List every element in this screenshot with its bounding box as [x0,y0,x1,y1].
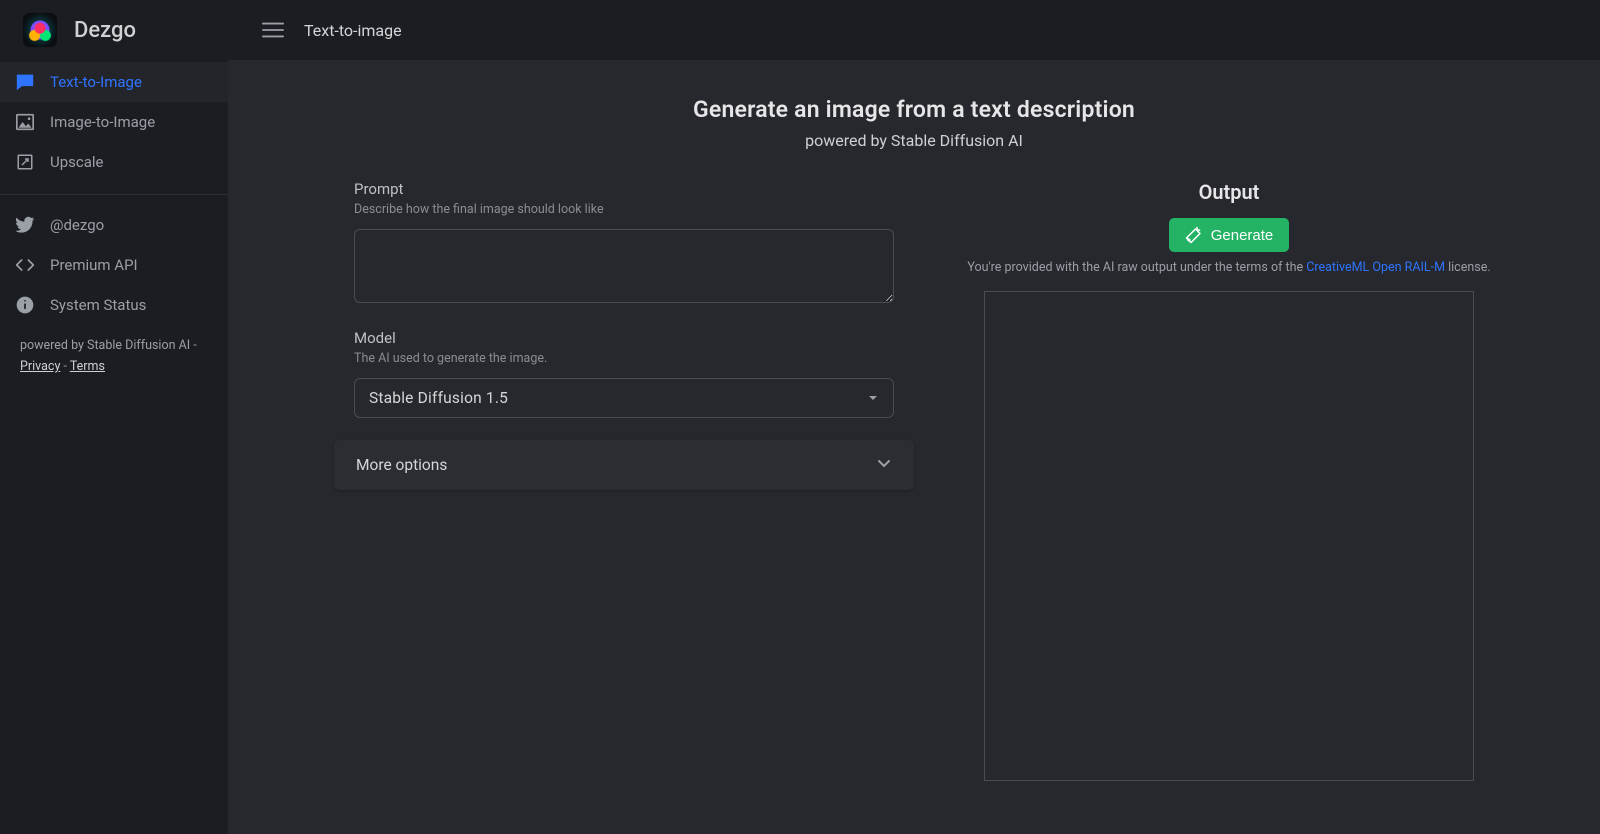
page-title: Text-to-image [304,21,402,40]
magic-wand-icon [1185,226,1203,244]
license-text: You're provided with the AI raw output u… [964,260,1494,275]
sidebar-item-label: System Status [50,296,146,314]
generate-label: Generate [1211,227,1274,244]
sidebar-link-premium-api[interactable]: Premium API [0,245,228,285]
app-logo [22,12,58,48]
expand-icon [14,153,36,171]
sidebar-divider [0,194,228,195]
prompt-label: Prompt [354,180,894,198]
prompt-field: Prompt Describe how the final image shou… [334,180,914,307]
model-select[interactable]: Stable Diffusion 1.5 [354,378,894,418]
caret-down-icon [867,392,879,404]
sidebar-item-label: @dezgo [50,216,104,234]
terms-link[interactable]: Terms [70,359,105,374]
hero-title: Generate an image from a text descriptio… [228,96,1600,123]
sidebar-item-label: Text-to-Image [50,73,142,91]
powered-text: powered by Stable Diffusion AI [20,338,190,353]
image-icon [14,113,36,131]
sidebar-item-label: Image-to-Image [50,113,155,131]
main-content: Generate an image from a text descriptio… [228,60,1600,834]
generate-button[interactable]: Generate [1169,218,1290,252]
sidebar-link-twitter[interactable]: @dezgo [0,205,228,245]
sidebar-link-system-status[interactable]: System Status [0,285,228,325]
hamburger-icon [262,22,284,38]
model-field: Model The AI used to generate the image.… [334,329,914,418]
output-canvas [984,291,1474,781]
model-label: Model [354,329,894,347]
license-link[interactable]: CreativeML Open RAIL-M [1306,260,1445,275]
privacy-link[interactable]: Privacy [20,359,60,374]
menu-toggle-button[interactable] [256,16,290,44]
brand-name: Dezgo [74,18,136,43]
sidebar-item-label: Premium API [50,256,138,274]
output-column: Output Generate You're provided with the… [964,180,1494,781]
hero-subtitle: powered by Stable Diffusion AI [228,131,1600,150]
sidebar-item-label: Upscale [50,153,104,171]
sidebar-item-text-to-image[interactable]: Text-to-Image [0,62,228,102]
more-options-toggle[interactable]: More options [334,440,914,490]
chevron-down-icon [876,455,892,475]
sidebar-item-upscale[interactable]: Upscale [0,142,228,182]
prompt-input[interactable] [354,229,894,303]
twitter-icon [14,216,36,234]
top-bar: Dezgo Text-to-image [0,0,1600,60]
sidebar: Text-to-Image Image-to-Image Upscale @ [0,60,228,834]
model-selected: Stable Diffusion 1.5 [369,389,508,407]
info-icon [14,295,36,315]
model-help: The AI used to generate the image. [354,351,894,366]
message-icon [14,73,36,91]
hero: Generate an image from a text descriptio… [228,96,1600,150]
more-options-label: More options [356,456,447,474]
sidebar-item-image-to-image[interactable]: Image-to-Image [0,102,228,142]
code-icon [14,256,36,274]
output-title: Output [964,180,1494,204]
sidebar-footer: powered by Stable Diffusion AI - Privacy… [0,325,228,388]
form-column: Prompt Describe how the final image shou… [334,180,914,781]
prompt-help: Describe how the final image should look… [354,202,894,217]
